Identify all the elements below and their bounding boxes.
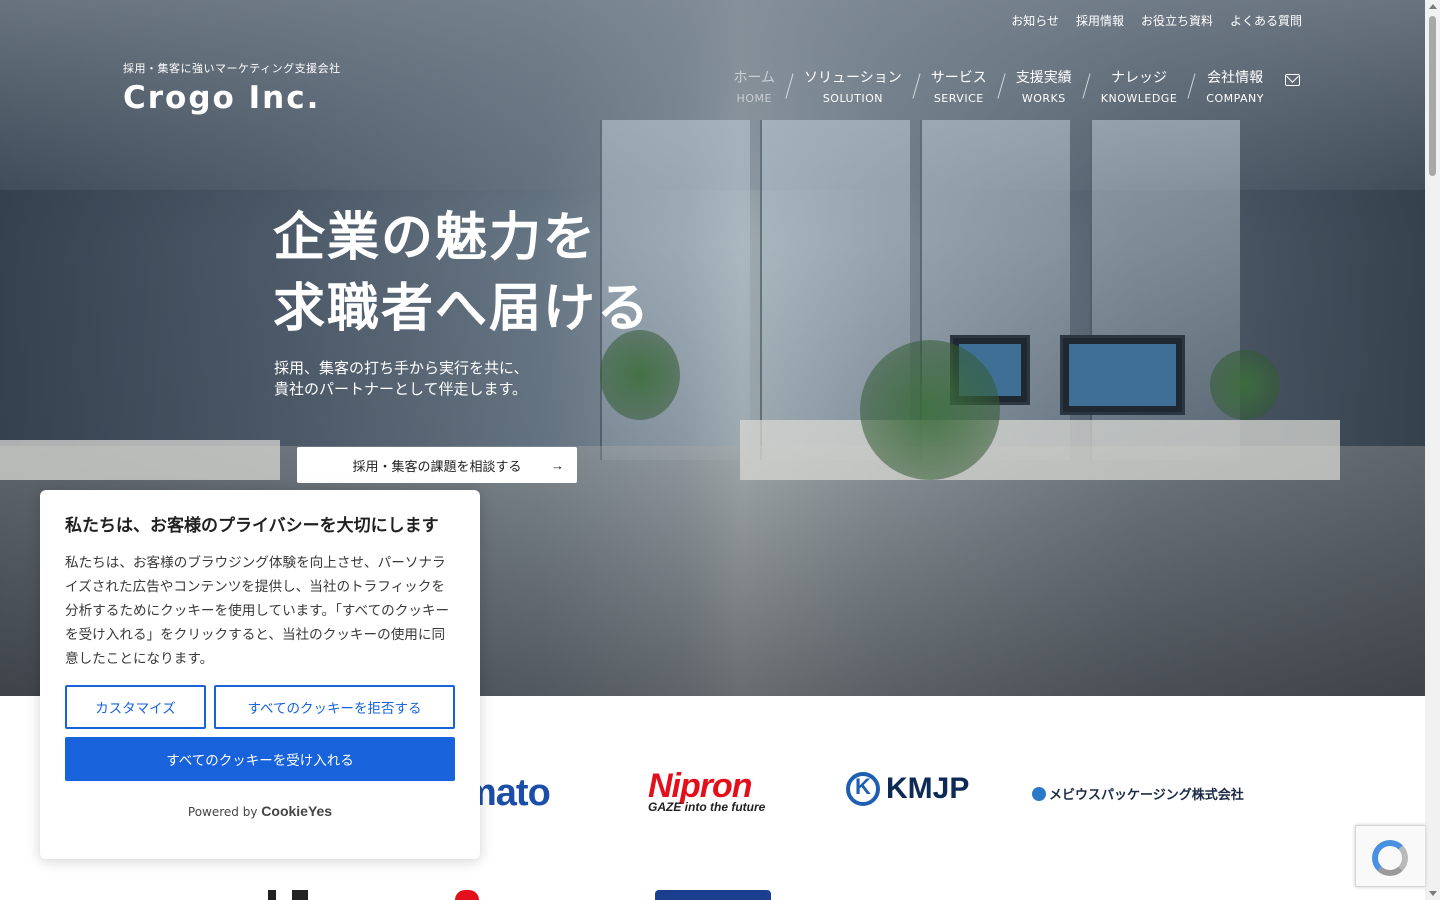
nav-label-ja: ソリューション bbox=[804, 70, 902, 86]
scroll-down-icon[interactable] bbox=[1429, 891, 1437, 896]
nipron-wordmark: Nipron bbox=[648, 767, 753, 805]
cookie-title: 私たちは、お客様のプライバシーを大切にします bbox=[65, 516, 439, 536]
util-link-recruit[interactable]: 採用情報 bbox=[1076, 12, 1124, 29]
scroll-up-icon[interactable] bbox=[1429, 4, 1437, 9]
hero-monitor bbox=[1060, 335, 1185, 415]
nav-item-solution[interactable]: ソリューション SOLUTION bbox=[790, 67, 916, 105]
nav-label-ja: ナレッジ bbox=[1111, 70, 1168, 86]
nav-item-home[interactable]: ホーム HOME bbox=[719, 67, 789, 105]
brand-logo[interactable]: Crogo Inc. bbox=[123, 80, 341, 116]
kmjp-mark-icon bbox=[846, 772, 880, 806]
mail-icon[interactable] bbox=[1285, 74, 1300, 86]
nipron-slogan: GAZE into the future bbox=[648, 800, 766, 814]
hero-subtext-line: 貴社のパートナーとして伴走します。 bbox=[274, 380, 528, 398]
util-link-resources[interactable]: お役立ち資料 bbox=[1141, 12, 1213, 29]
cookie-consent-banner: 私たちは、お客様のプライバシーを大切にします 私たちは、お客様のブラウジング体験… bbox=[40, 490, 480, 859]
util-link-faq[interactable]: よくある質問 bbox=[1230, 12, 1302, 29]
page-scrollbar[interactable] bbox=[1425, 0, 1440, 900]
nav-label-en: HOME bbox=[736, 92, 772, 105]
nav-label-en: SOLUTION bbox=[822, 92, 883, 105]
nav-label-en: COMPANY bbox=[1206, 92, 1264, 105]
utility-nav: お知らせ 採用情報 お役立ち資料 よくある質問 bbox=[1011, 12, 1302, 29]
mebius-wordmark: メビウスパッケージング株式会社 bbox=[1049, 787, 1244, 802]
nav-label-en: KNOWLEDGE bbox=[1100, 92, 1178, 105]
nav-item-knowledge[interactable]: ナレッジ KNOWLEDGE bbox=[1087, 67, 1192, 105]
nav-label-ja: 支援実績 bbox=[1015, 70, 1072, 86]
nav-label-ja: ホーム bbox=[733, 70, 776, 86]
cookie-powered-by: Powered by CookieYes bbox=[65, 803, 455, 819]
recaptcha-icon bbox=[1372, 840, 1408, 876]
hero-headline: 企業の魅力を 求職者へ届ける bbox=[273, 202, 651, 344]
client-logo-mebius: メビウスパッケージング株式会社 bbox=[1032, 784, 1244, 803]
nav-item-company[interactable]: 会社情報 COMPANY bbox=[1192, 67, 1278, 105]
kmjp-wordmark: KMJP bbox=[886, 772, 970, 805]
hero-subtext-line: 採用、集客の打ち手から実行を共に、 bbox=[274, 359, 529, 377]
cookie-accept-button[interactable]: すべてのクッキーを受け入れる bbox=[65, 737, 455, 781]
cookie-customize-button[interactable]: カスタマイズ bbox=[65, 685, 206, 729]
brand[interactable]: 採用・集客に強いマーケティング支援会社 Crogo Inc. bbox=[123, 60, 341, 116]
client-logo-partial bbox=[455, 890, 479, 900]
hero-plant bbox=[1210, 350, 1280, 420]
client-logo-partial bbox=[268, 890, 308, 900]
nav-label-ja: 会社情報 bbox=[1207, 70, 1264, 86]
hero-headline-line: 求職者へ届ける bbox=[273, 278, 652, 339]
nav-item-works[interactable]: 支援実績 WORKS bbox=[1002, 67, 1086, 105]
recaptcha-badge[interactable] bbox=[1355, 825, 1425, 887]
client-logo-nipron: Nipron GAZE into the future bbox=[648, 767, 766, 814]
hero-subtext: 採用、集客の打ち手から実行を共に、 貴社のパートナーとして伴走します。 bbox=[274, 358, 529, 400]
nav-label-ja: サービス bbox=[930, 70, 987, 86]
hero-desk bbox=[740, 420, 1340, 480]
hero-plant bbox=[860, 340, 1000, 480]
mebius-mark-icon bbox=[1032, 786, 1046, 801]
main-nav: ホーム HOME ソリューション SOLUTION サービス SERVICE 支… bbox=[719, 67, 1278, 105]
consult-cta-button[interactable]: 採用・集客の課題を相談する → bbox=[297, 447, 577, 483]
client-logo-partial bbox=[655, 890, 771, 900]
util-link-news[interactable]: お知らせ bbox=[1011, 12, 1059, 29]
scrollbar-thumb[interactable] bbox=[1429, 16, 1436, 176]
powered-by-label: Powered by bbox=[187, 805, 258, 819]
arrow-right-icon: → bbox=[551, 457, 564, 473]
hero-desk bbox=[0, 440, 280, 480]
client-logo-kmjp: KMJP bbox=[846, 772, 969, 806]
nav-item-service[interactable]: サービス SERVICE bbox=[917, 67, 1001, 105]
brand-tagline: 採用・集客に強いマーケティング支援会社 bbox=[123, 62, 341, 75]
cookieyes-logo[interactable]: CookieYes bbox=[261, 803, 332, 819]
nav-label-en: WORKS bbox=[1021, 92, 1066, 105]
cookie-reject-button[interactable]: すべてのクッキーを拒否する bbox=[214, 685, 455, 729]
cta-label: 採用・集客の課題を相談する bbox=[352, 458, 522, 474]
nav-label-en: SERVICE bbox=[933, 92, 984, 105]
hero-headline-line: 企業の魅力を bbox=[273, 207, 598, 268]
cookie-body: 私たちは、お客様のブラウジング体験を向上させ、パーソナライズされた広告やコンテン… bbox=[65, 555, 450, 667]
